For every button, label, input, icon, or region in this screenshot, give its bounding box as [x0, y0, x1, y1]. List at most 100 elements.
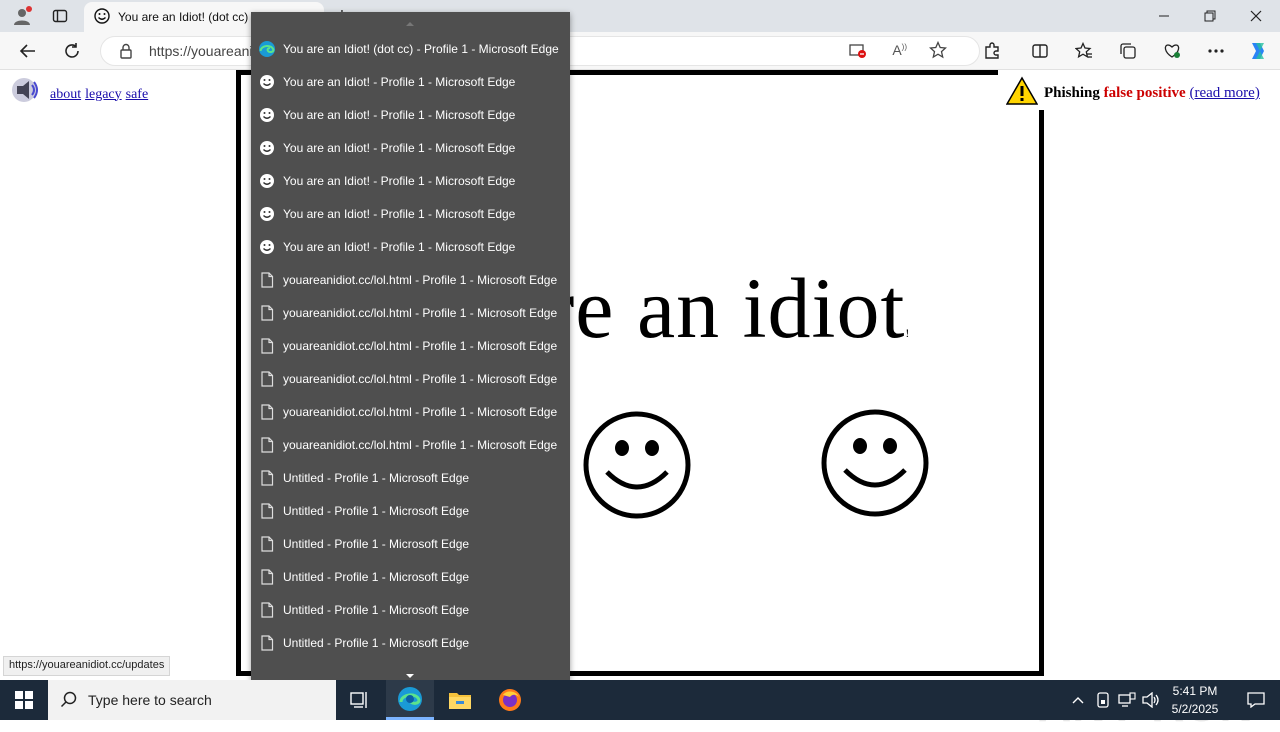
window-list-item-label: Untitled - Profile 1 - Microsoft Edge: [283, 635, 470, 650]
window-list-item[interactable]: Untitled - Profile 1 - Microsoft Edge: [251, 593, 570, 626]
window-list-item[interactable]: You are an Idiot! - Profile 1 - Microsof…: [251, 230, 570, 263]
window-list-item-label: youareanidiot.cc/lol.html - Profile 1 - …: [283, 437, 558, 452]
edge-icon: [251, 40, 283, 58]
window-list-item-label: youareanidiot.cc/lol.html - Profile 1 - …: [283, 371, 558, 386]
top-links: about legacy safe: [10, 76, 152, 113]
window-list-item[interactable]: youareanidiot.cc/lol.html - Profile 1 - …: [251, 395, 570, 428]
task-view-icon[interactable]: [336, 680, 384, 720]
window-list-item[interactable]: Untitled - Profile 1 - Microsoft Edge: [251, 494, 570, 527]
window-list-item-label: youareanidiot.cc/lol.html - Profile 1 - …: [283, 338, 558, 353]
window-list-item[interactable]: You are an Idiot! - Profile 1 - Microsof…: [251, 98, 570, 131]
window-list-item[interactable]: You are an Idiot! - Profile 1 - Microsof…: [251, 65, 570, 98]
page-icon: [251, 403, 283, 420]
window-list-item[interactable]: You are an Idiot! - Profile 1 - Microsof…: [251, 131, 570, 164]
copilot-icon[interactable]: [1244, 38, 1272, 64]
extensions-icon[interactable]: [978, 38, 1006, 64]
window-list-dropdown: You are an Idiot! (dot cc) - Profile 1 -…: [251, 12, 570, 680]
smiley-icon: [251, 74, 283, 90]
window-list-item[interactable]: youareanidiot.cc/lol.html - Profile 1 - …: [251, 362, 570, 395]
window-list-item-label: You are an Idiot! - Profile 1 - Microsof…: [283, 107, 516, 122]
web-page: about legacy safe you are an idiot! Phis…: [0, 70, 1280, 731]
window-list-item-label: youareanidiot.cc/lol.html - Profile 1 - …: [283, 404, 558, 419]
smiley-face-icon: [821, 409, 929, 517]
smiley-icon: [251, 173, 283, 189]
window-list-item-label: You are an Idiot! - Profile 1 - Microsof…: [283, 206, 516, 221]
refresh-button[interactable]: [58, 38, 86, 64]
start-button[interactable]: [0, 680, 48, 720]
edge-taskbar-icon[interactable]: [386, 680, 434, 720]
warning-icon: [1005, 76, 1039, 111]
lock-icon[interactable]: [119, 43, 133, 62]
smiley-icon: [251, 239, 283, 255]
window-list-item-label: You are an Idiot! - Profile 1 - Microsof…: [283, 173, 516, 188]
window-list-item[interactable]: Untitled - Profile 1 - Microsoft Edge: [251, 527, 570, 560]
profile-icon[interactable]: [8, 4, 36, 28]
about-link[interactable]: about: [50, 87, 81, 103]
system-clock[interactable]: 5:41 PM 5/2/2025: [1160, 682, 1230, 718]
window-list-item[interactable]: You are an Idiot! (dot cc) - Profile 1 -…: [251, 32, 570, 65]
window-list-item[interactable]: youareanidiot.cc/lol.html - Profile 1 - …: [251, 428, 570, 461]
taskbar-search-box[interactable]: Type here to search: [48, 680, 336, 720]
favorite-star-icon[interactable]: [928, 40, 948, 62]
page-icon: [251, 370, 283, 387]
safe-link[interactable]: safe: [126, 87, 149, 103]
scroll-up-arrow-icon[interactable]: [405, 14, 415, 26]
search-placeholder: Type here to search: [88, 692, 212, 708]
window-list-item[interactable]: youareanidiot.cc/lol.html - Profile 1 - …: [251, 329, 570, 362]
smiley-icon: [251, 206, 283, 222]
smiley-face-icon: [583, 411, 691, 519]
navigation-bar: https://youareanidiot.cc A)): [0, 32, 1280, 70]
page-icon: [251, 337, 283, 354]
back-button[interactable]: [14, 38, 42, 64]
page-icon: [251, 271, 283, 288]
favorites-icon[interactable]: [1070, 38, 1098, 64]
tray-device-icon[interactable]: [1092, 680, 1114, 720]
window-list-item[interactable]: youareanidiot.cc/lol.html - Profile 1 - …: [251, 263, 570, 296]
split-screen-icon[interactable]: [1026, 38, 1054, 64]
read-aloud-icon[interactable]: A)): [892, 42, 907, 58]
browser-essentials-icon[interactable]: [1158, 38, 1186, 64]
window-list-item[interactable]: Untitled - Profile 1 - Microsoft Edge: [251, 461, 570, 494]
window-list-item-label: Untitled - Profile 1 - Microsoft Edge: [283, 536, 470, 551]
window-list-item-label: youareanidiot.cc/lol.html - Profile 1 - …: [283, 272, 558, 287]
window-list-item-label: You are an Idiot! (dot cc) - Profile 1 -…: [283, 41, 559, 56]
read-more-link[interactable]: (read more): [1189, 85, 1259, 102]
page-icon: [251, 634, 283, 651]
window-list-item[interactable]: Untitled - Profile 1 - Microsoft Edge: [251, 560, 570, 593]
scroll-down-arrow-icon[interactable]: [405, 666, 415, 678]
status-url: https://youareanidiot.cc/updates: [3, 656, 171, 676]
settings-more-icon[interactable]: [1202, 38, 1230, 64]
speaker-icon[interactable]: [10, 76, 44, 113]
page-icon: [251, 469, 283, 486]
window-list-item[interactable]: youareanidiot.cc/lol.html - Profile 1 - …: [251, 296, 570, 329]
notification-icon[interactable]: [1232, 680, 1280, 720]
network-icon[interactable]: [1116, 680, 1138, 720]
minimize-button[interactable]: [1146, 4, 1182, 28]
collections-icon[interactable]: [1114, 38, 1142, 64]
page-icon: [251, 601, 283, 618]
window-list-item-label: youareanidiot.cc/lol.html - Profile 1 - …: [283, 305, 558, 320]
window-list-item-label: Untitled - Profile 1 - Microsoft Edge: [283, 602, 470, 617]
page-icon: [251, 304, 283, 321]
page-icon: [251, 568, 283, 585]
window-list-item[interactable]: Untitled - Profile 1 - Microsoft Edge: [251, 626, 570, 659]
taskbar: Type here to search 5:41 PM 5/2/2025: [0, 680, 1280, 720]
window-list-item-label: Untitled - Profile 1 - Microsoft Edge: [283, 503, 470, 518]
title-bar: You are an Idiot! (dot cc) +: [0, 0, 1280, 32]
window-list-item-label: You are an Idiot! - Profile 1 - Microsof…: [283, 140, 516, 155]
restore-button[interactable]: [1192, 4, 1228, 28]
volume-icon[interactable]: [1140, 680, 1162, 720]
phishing-notice: Phishing false positive (read more): [1005, 76, 1260, 111]
clock-time: 5:41 PM: [1172, 684, 1218, 698]
firefox-icon[interactable]: [486, 680, 534, 720]
close-window-button[interactable]: [1238, 4, 1274, 28]
window-list-item[interactable]: You are an Idiot! - Profile 1 - Microsof…: [251, 164, 570, 197]
show-hidden-icons-chevron-icon[interactable]: [1066, 680, 1090, 720]
headline-suffix: !: [905, 326, 911, 340]
popup-blocked-icon[interactable]: [849, 43, 867, 62]
window-list-item[interactable]: You are an Idiot! - Profile 1 - Microsof…: [251, 197, 570, 230]
file-explorer-icon[interactable]: [436, 680, 484, 720]
legacy-link[interactable]: legacy: [85, 87, 122, 103]
tab-actions-icon[interactable]: [46, 4, 74, 28]
smiley-favicon-icon: [94, 7, 110, 27]
